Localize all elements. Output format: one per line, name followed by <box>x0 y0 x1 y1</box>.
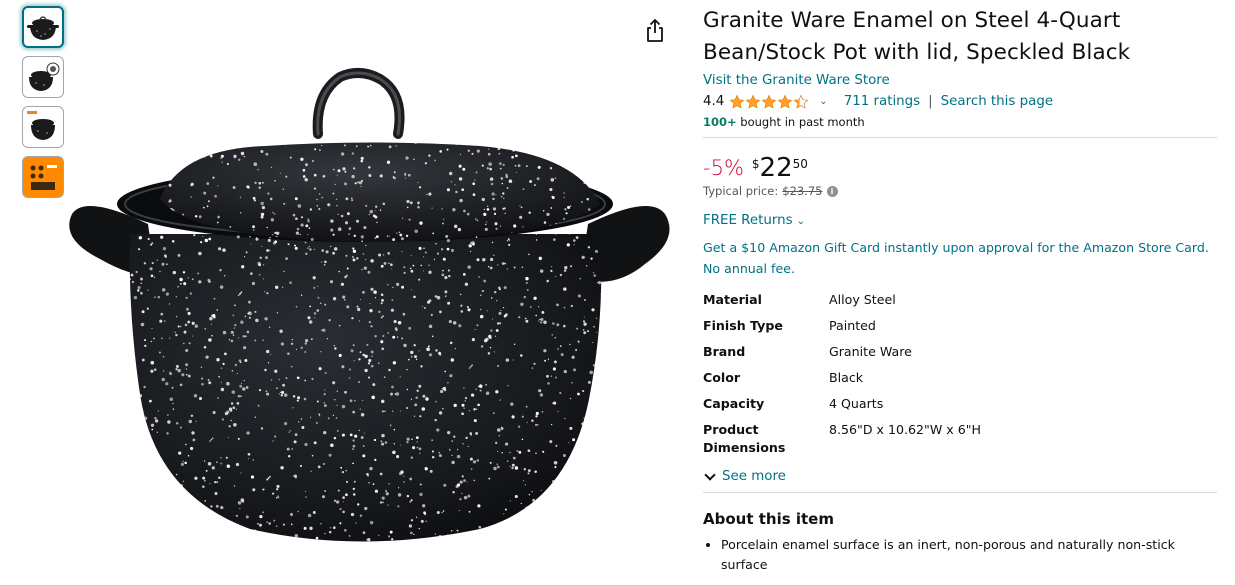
divider <box>703 492 1217 493</box>
main-product-image[interactable] <box>60 64 690 564</box>
star-icon <box>761 94 777 109</box>
store-link[interactable]: Visit the Granite Ware Store <box>703 72 1217 90</box>
store-card-promo[interactable]: Get a $10 Amazon Gift Card instantly upo… <box>703 237 1217 279</box>
info-icon[interactable]: i <box>826 185 838 197</box>
price-currency: $ <box>751 157 760 171</box>
price-block: -5% $ 22 50 <box>703 154 1217 182</box>
spec-row: Material Alloy Steel <box>703 288 981 314</box>
thumbnail-pot-label[interactable] <box>22 106 64 148</box>
divider <box>703 137 1217 138</box>
star-icon <box>793 94 809 109</box>
chevron-down-icon: ⌄ <box>796 216 805 227</box>
discount-percent: -5% <box>703 156 744 180</box>
spec-key: Product Dimensions <box>703 422 786 455</box>
price-whole: 22 <box>759 153 793 183</box>
rating-value: 4.4 <box>703 94 725 109</box>
typical-price-value: $23.75 <box>782 184 823 198</box>
ratings-count-link[interactable]: 711 ratings <box>844 92 920 112</box>
spec-row: Capacity 4 Quarts <box>703 392 981 418</box>
star-icon <box>745 94 761 109</box>
typical-price: Typical price: $23.75 i <box>703 184 1217 198</box>
spec-key: Capacity <box>703 396 765 411</box>
bought-count: 100+ <box>703 115 737 129</box>
rating-row: 4.4 ⌄ 711 ratings | Search this page <box>703 92 1217 112</box>
bought-in-past-month: 100+ bought in past month <box>703 114 1217 130</box>
free-returns-label: FREE Returns <box>703 213 793 228</box>
about-bullet: Porcelain enamel surface is an inert, no… <box>721 535 1217 575</box>
thumbnail-pot-badge[interactable] <box>22 56 64 98</box>
typical-price-label: Typical price: <box>703 184 779 198</box>
see-more-label: See more <box>722 469 786 484</box>
infographic-thumbnail-icon <box>30 165 57 190</box>
spec-key: Finish Type <box>703 318 783 333</box>
chevron-down-icon[interactable]: ⌄ <box>819 92 827 112</box>
about-bullets: Porcelain enamel surface is an inert, no… <box>703 535 1217 575</box>
chevron-down-icon <box>704 468 716 481</box>
pot-thumbnail-icon <box>27 16 59 40</box>
spec-value: Black <box>829 370 864 385</box>
bought-text: bought in past month <box>736 115 865 129</box>
spec-value: 4 Quarts <box>829 396 884 411</box>
thumbnail-infographic[interactable] <box>22 156 64 198</box>
price-fraction: 50 <box>792 157 808 171</box>
free-returns-link[interactable]: FREE Returns ⌄ <box>703 211 1217 232</box>
product-specs-table: Material Alloy Steel Finish Type Painted Bra… <box>703 288 981 462</box>
spec-key: Brand <box>703 344 746 359</box>
spec-row: Product Dimensions 8.56"D x 10.62"W x 6"H <box>703 418 981 462</box>
about-heading: About this item <box>703 510 834 528</box>
spec-value: Painted <box>829 318 876 333</box>
spec-row: Finish Type Painted <box>703 314 981 340</box>
spec-value: Alloy Steel <box>829 292 896 307</box>
star-rating[interactable] <box>729 94 809 110</box>
share-icon[interactable] <box>643 18 667 44</box>
spec-key: Material <box>703 292 762 307</box>
spec-row: Brand Granite Ware <box>703 340 981 366</box>
product-details-panel: Granite Ware Enamel on Steel 4-Quart Bea… <box>703 5 1217 575</box>
search-page-link[interactable]: Search this page <box>941 92 1053 112</box>
pot-label-thumbnail-icon <box>27 111 55 140</box>
see-more-button[interactable]: See more <box>703 468 1217 484</box>
spec-value: 8.56"D x 10.62"W x 6"H <box>829 422 982 437</box>
spec-key: Color <box>703 370 741 385</box>
separator: | <box>928 94 933 109</box>
spec-row: Color Black <box>703 366 981 392</box>
spec-value: Granite Ware <box>829 344 912 359</box>
star-icon <box>729 94 745 109</box>
product-title: Granite Ware Enamel on Steel 4-Quart Bea… <box>703 8 1131 65</box>
thumbnail-pot-front[interactable] <box>22 6 64 48</box>
star-icon <box>777 94 793 109</box>
pot-badge-thumbnail-icon <box>29 62 60 91</box>
